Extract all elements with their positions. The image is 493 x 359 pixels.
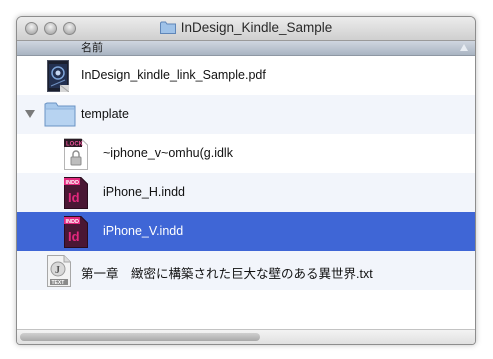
- indd-badge-text: INDD: [66, 180, 79, 186]
- window-title: InDesign_Kindle_Sample: [180, 20, 333, 35]
- text-document-icon: J TEXT: [47, 255, 71, 287]
- list-item-indd-v-selected[interactable]: INDD Id iPhone_V.indd: [17, 212, 475, 251]
- lock-file-icon: LOCK: [64, 138, 88, 170]
- file-name: 第一章 緻密に構築された巨大な壁のある異世界.txt: [81, 267, 373, 281]
- window-title-area: InDesign_Kindle_Sample: [17, 20, 475, 35]
- list-item-txt[interactable]: J TEXT 第一章 緻密に構築された巨大な壁のある異世界.txt: [17, 251, 475, 290]
- column-header-label: 名前: [81, 42, 103, 54]
- text-badge-text: TEXT: [52, 280, 65, 286]
- file-name: iPhone_H.indd: [103, 185, 186, 199]
- indesign-glyph: Id: [68, 190, 80, 205]
- finder-window: InDesign_Kindle_Sample 名前 InDesign_kindl…: [16, 16, 476, 345]
- folder-name: template: [81, 107, 129, 121]
- indesign-document-icon: INDD Id: [64, 177, 88, 209]
- list-item-indd-h[interactable]: INDD Id iPhone_H.indd: [17, 173, 475, 212]
- horizontal-scrollbar[interactable]: [17, 329, 475, 344]
- list-item-lock-file[interactable]: LOCK ~iphone_v~omhu(g.idlk: [17, 134, 475, 173]
- column-header-name[interactable]: 名前: [17, 41, 475, 56]
- file-name: ~iphone_v~omhu(g.idlk: [103, 146, 233, 160]
- text-glyph: J: [55, 265, 60, 276]
- file-name: iPhone_V.indd: [103, 224, 184, 238]
- title-bar[interactable]: InDesign_Kindle_Sample: [17, 17, 475, 41]
- file-name: InDesign_kindle_link_Sample.pdf: [81, 68, 266, 82]
- list-item-template-folder[interactable]: template: [17, 95, 475, 134]
- indesign-document-icon: INDD Id: [64, 216, 88, 248]
- file-list: InDesign_kindle_link_Sample.pdf template…: [17, 56, 475, 290]
- disclosure-triangle-expanded-icon[interactable]: [25, 110, 35, 118]
- indesign-glyph: Id: [68, 229, 80, 244]
- pdf-document-icon: [47, 60, 69, 92]
- scrollbar-thumb[interactable]: [20, 333, 260, 341]
- list-item-pdf[interactable]: InDesign_kindle_link_Sample.pdf: [17, 56, 475, 95]
- sort-ascending-icon: [460, 44, 468, 51]
- lock-badge-text: LOCK: [66, 142, 84, 148]
- indd-badge-text: INDD: [66, 219, 79, 225]
- folder-icon: [44, 102, 76, 127]
- folder-icon: [159, 21, 176, 34]
